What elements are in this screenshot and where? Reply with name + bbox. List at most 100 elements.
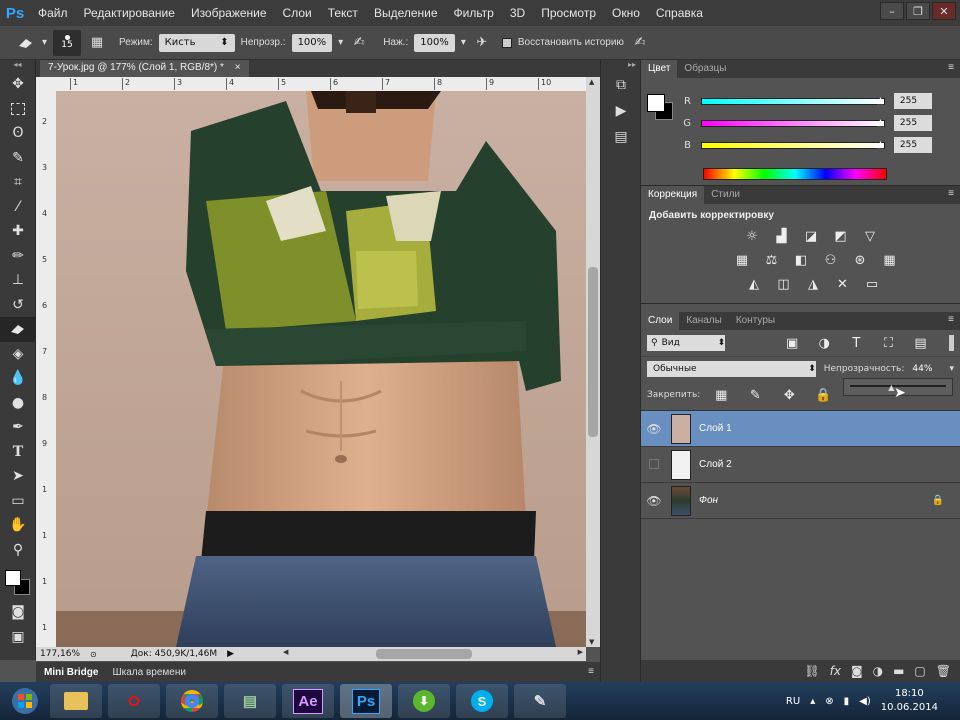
color-balance-icon[interactable]: ⚖ [762, 251, 782, 269]
zoom-value[interactable]: 177,16% [40, 649, 80, 659]
delete-layer-icon[interactable]: 🗑 [936, 664, 951, 678]
layer-row[interactable]: 👁 Слой 1 [641, 411, 960, 447]
selective-color-icon[interactable]: ✕ [833, 275, 853, 293]
blend-mode-select[interactable]: Обычные ⬍ [647, 360, 816, 377]
history-panel-icon[interactable]: ⧉ [601, 72, 641, 98]
channel-mixer-icon[interactable]: ⊛ [850, 251, 870, 269]
taskbar-after-effects-icon[interactable]: Ae [282, 684, 334, 718]
filter-shape-icon[interactable]: ⛶ [879, 334, 897, 352]
scroll-right-icon[interactable]: ▶ [578, 648, 583, 656]
zoom-tool-icon[interactable]: ⚲ [0, 538, 36, 563]
layer-filter-select[interactable]: ⚲ Вид ⬍ [647, 335, 726, 351]
brightness-icon[interactable]: ☼ [742, 227, 762, 245]
properties-panel-icon[interactable]: ▤ [601, 124, 641, 150]
language-indicator[interactable]: RU [786, 696, 800, 707]
panel-menu-icon[interactable]: ≡ [588, 666, 594, 677]
photo-filter-icon[interactable]: ⚇ [821, 251, 841, 269]
lock-all-icon[interactable]: 🔒 [813, 386, 833, 404]
tab-channels[interactable]: Каналы [679, 312, 729, 330]
vertical-scrollbar[interactable]: ▲ ▼ [586, 77, 600, 647]
menu-window[interactable]: Окно [604, 0, 648, 26]
posterize-icon[interactable]: ◫ [774, 275, 794, 293]
adjustments-panel-menu-icon[interactable]: ≡ [948, 188, 954, 199]
tab-layers[interactable]: Слои [641, 312, 680, 330]
pressure-size-icon[interactable]: ✍ [630, 33, 650, 53]
new-group-icon[interactable]: ▬ [893, 664, 904, 678]
toolbar-collapse-icon[interactable]: ◂◂ [0, 60, 35, 72]
visibility-toggle[interactable] [641, 458, 667, 472]
taskbar-explorer-icon[interactable] [50, 684, 102, 718]
scroll-left-icon[interactable]: ◀ [283, 648, 288, 656]
paint-bucket-tool-icon[interactable]: ◈ [0, 342, 36, 367]
tab-close-icon[interactable]: × [235, 62, 241, 73]
layer-style-icon[interactable]: fx [830, 664, 841, 678]
taskbar-photoshop-icon[interactable]: Ps [340, 684, 392, 718]
opacity-input[interactable]: 100% [291, 33, 333, 52]
shape-tool-icon[interactable]: ▭ [0, 489, 36, 514]
filter-type-icon[interactable]: T [847, 334, 865, 352]
menu-text[interactable]: Текст [320, 0, 366, 26]
tab-adjustments[interactable]: Коррекция [641, 186, 705, 204]
lock-position-icon[interactable]: ✥ [779, 386, 799, 404]
type-tool-icon[interactable]: T [0, 440, 36, 465]
taskbar-skype-icon[interactable]: S [456, 684, 508, 718]
dodge-tool-icon[interactable]: ● [0, 391, 36, 416]
tab-paths[interactable]: Контуры [729, 312, 782, 330]
new-layer-icon[interactable]: ▢ [914, 664, 925, 678]
layer-row[interactable]: 👁 Фон 🔒 [641, 483, 960, 519]
taskbar-app2-icon[interactable]: ✎ [514, 684, 566, 718]
foreground-color-swatch[interactable] [5, 570, 21, 586]
mode-select[interactable]: Кисть ⬍ [158, 33, 235, 52]
minimize-button[interactable]: – [880, 2, 904, 20]
foreground-color-chip[interactable] [647, 94, 665, 112]
filter-smart-object-icon[interactable]: ▤ [911, 334, 929, 352]
brush-tool-icon[interactable]: ✏ [0, 244, 36, 269]
eye-icon[interactable]: 👁 [641, 422, 667, 436]
brush-size-picker[interactable]: 15 [53, 29, 82, 56]
menu-edit[interactable]: Редактирование [76, 0, 183, 26]
channel-r-track[interactable] [701, 97, 885, 105]
exposure-icon[interactable]: ◩ [831, 227, 851, 245]
taskbar-app-icon[interactable]: ▤ [224, 684, 276, 718]
curves-icon[interactable]: ◪ [801, 227, 821, 245]
levels-icon[interactable]: ▟ [772, 227, 792, 245]
tab-timeline[interactable]: Шкала времени [112, 667, 185, 678]
color-panel-menu-icon[interactable]: ≡ [948, 62, 954, 73]
scroll-down-icon[interactable]: ▼ [589, 638, 594, 646]
erase-history-checkbox[interactable] [501, 37, 512, 48]
dock-collapse-icon[interactable]: ▸▸ [601, 60, 640, 72]
hand-tool-icon[interactable]: ✋ [0, 513, 36, 538]
close-button[interactable]: ✕ [932, 2, 956, 20]
clone-stamp-tool-icon[interactable]: ⊥ [0, 268, 36, 293]
tab-swatches[interactable]: Образцы [677, 60, 733, 78]
hue-saturation-icon[interactable]: ▦ [732, 251, 752, 269]
eraser-preset-icon[interactable] [16, 33, 36, 53]
channel-r-value[interactable]: 255 [893, 93, 932, 109]
screen-mode-icon[interactable]: ▣ [0, 625, 36, 650]
layer-name[interactable]: Фон [699, 495, 718, 506]
tab-styles[interactable]: Стили [704, 186, 747, 204]
start-button[interactable] [0, 682, 50, 720]
status-info-icon[interactable]: ⊙ [90, 650, 97, 659]
menu-image[interactable]: Изображение [183, 0, 275, 26]
marquee-tool-icon[interactable] [0, 97, 36, 122]
clock[interactable]: 18:10 10.06.2014 [881, 687, 938, 715]
eraser-tool-icon[interactable] [0, 317, 36, 342]
channel-b-thumb-icon[interactable]: ▲ [877, 140, 884, 150]
channel-r-thumb-icon[interactable]: ▲ [877, 96, 884, 106]
eye-icon[interactable]: 👁 [641, 494, 667, 508]
tray-app-icon[interactable]: ⊗ [825, 696, 833, 707]
document-tab[interactable]: 7-Урок.jpg @ 177% (Слой 1, RGB/8*) * × [40, 60, 249, 77]
status-menu-icon[interactable]: ▶ [227, 649, 234, 659]
path-select-tool-icon[interactable]: ➤ [0, 464, 36, 489]
filter-pixel-icon[interactable]: ▣ [783, 334, 801, 352]
menu-filter[interactable]: Фильтр [446, 0, 502, 26]
flow-input[interactable]: 100% [414, 33, 455, 52]
lock-image-icon[interactable]: ✎ [745, 386, 765, 404]
move-tool-icon[interactable]: ✥ [0, 72, 36, 97]
channel-g-value[interactable]: 255 [893, 115, 932, 131]
eyedropper-tool-icon[interactable]: ⁄ [0, 195, 36, 220]
taskbar-torrent-icon[interactable]: ⬇ [398, 684, 450, 718]
airbrush-icon[interactable]: ✈ [472, 33, 492, 53]
vertical-scroll-thumb[interactable] [588, 267, 598, 437]
